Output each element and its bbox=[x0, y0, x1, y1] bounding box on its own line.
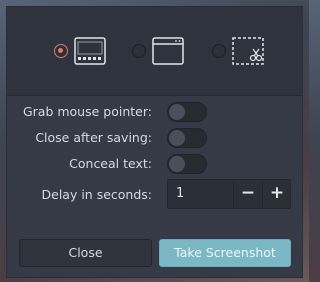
screenshot-dialog: Grab mouse pointer: Close after saving: … bbox=[6, 6, 303, 278]
close-after-saving-label: Close after saving: bbox=[35, 130, 152, 145]
conceal-text-label: Conceal text: bbox=[69, 156, 152, 171]
mode-window[interactable] bbox=[132, 37, 187, 65]
delay-spinbox: 1 − + bbox=[167, 179, 291, 209]
toggle-knob bbox=[169, 104, 185, 120]
conceal-text-toggle[interactable] bbox=[167, 154, 207, 174]
close-button[interactable]: Close bbox=[19, 239, 152, 267]
area-selection-icon bbox=[232, 37, 264, 69]
mode-fullscreen[interactable] bbox=[54, 37, 114, 65]
decrement-button[interactable]: − bbox=[233, 179, 262, 209]
delay-input[interactable]: 1 bbox=[176, 186, 184, 201]
delay-label: Delay in seconds: bbox=[41, 187, 153, 202]
toggle-knob bbox=[169, 156, 185, 172]
area-radio[interactable] bbox=[212, 44, 226, 58]
mode-area[interactable] bbox=[212, 37, 267, 65]
capture-mode-bar bbox=[7, 7, 302, 96]
increment-button[interactable]: + bbox=[262, 179, 291, 209]
take-screenshot-button[interactable]: Take Screenshot bbox=[159, 239, 291, 267]
fullscreen-icon bbox=[74, 37, 106, 69]
close-after-saving-toggle[interactable] bbox=[167, 128, 207, 148]
toggle-knob bbox=[169, 130, 185, 146]
window-icon bbox=[152, 37, 184, 69]
window-radio[interactable] bbox=[132, 44, 146, 58]
grab-pointer-label: Grab mouse pointer: bbox=[22, 104, 152, 119]
grab-pointer-toggle[interactable] bbox=[167, 102, 207, 122]
fullscreen-radio[interactable] bbox=[54, 44, 68, 58]
